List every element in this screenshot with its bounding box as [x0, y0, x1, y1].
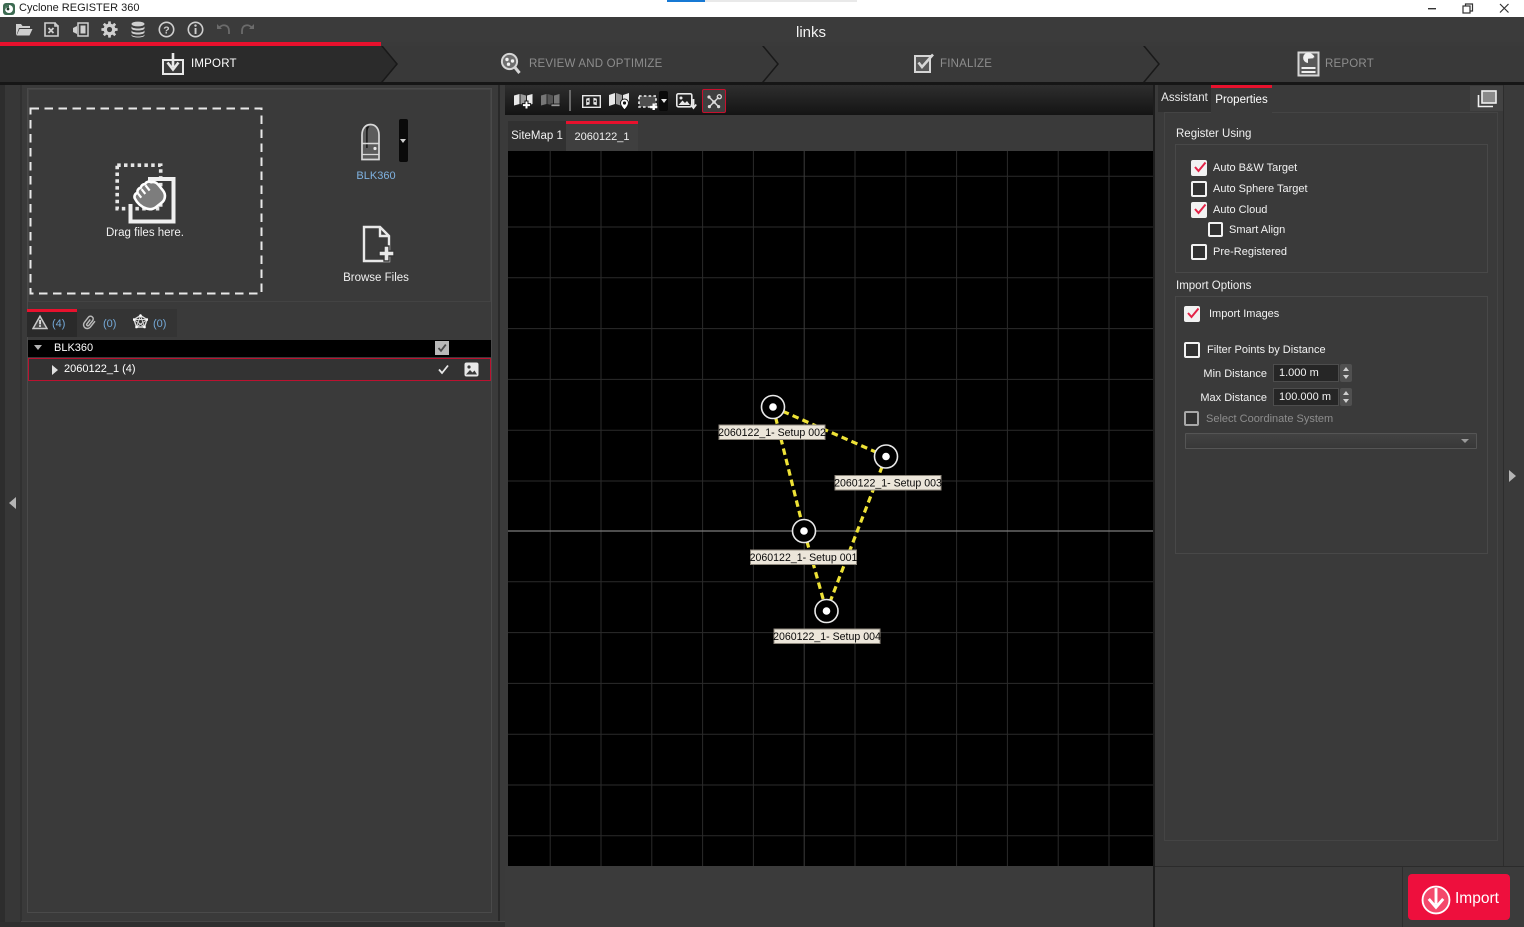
- svg-text:2060122_1- Setup 003: 2060122_1- Setup 003: [834, 478, 942, 490]
- svg-text:2060122_1- Setup 001: 2060122_1- Setup 001: [750, 552, 858, 564]
- svg-text:2060122_1- Setup 002: 2060122_1- Setup 002: [718, 427, 826, 439]
- svg-text:2060122_1- Setup 004: 2060122_1- Setup 004: [773, 631, 881, 643]
- svg-text:?: ?: [163, 24, 169, 36]
